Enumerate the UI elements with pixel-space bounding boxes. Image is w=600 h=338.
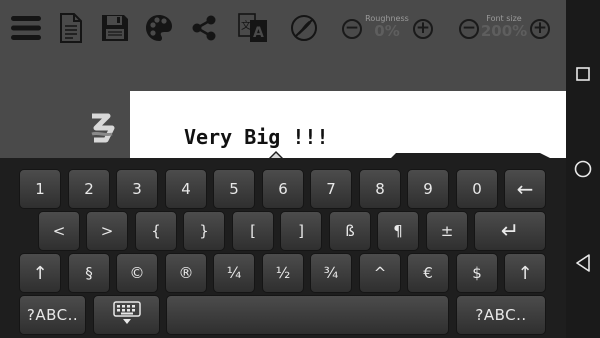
- key-3[interactable]: 3: [116, 169, 158, 209]
- no-brush-icon[interactable]: [286, 10, 322, 46]
- key-eszett[interactable]: ß: [329, 211, 371, 251]
- scroll-fragment-icon: [88, 112, 128, 152]
- key-8[interactable]: 8: [359, 169, 401, 209]
- palette-icon[interactable]: [141, 10, 177, 46]
- font-size-increase-button[interactable]: +: [530, 19, 550, 39]
- key-euro[interactable]: €: [407, 253, 449, 293]
- circle-icon[interactable]: [574, 160, 592, 182]
- key-close-bracket[interactable]: ]: [280, 211, 322, 251]
- hamburger-icon[interactable]: [8, 10, 44, 46]
- floppy-disk-icon[interactable]: [97, 10, 133, 46]
- enter-key[interactable]: ↵: [474, 211, 546, 251]
- key-three-quarters[interactable]: ¾: [310, 253, 352, 293]
- key-one-half[interactable]: ½: [262, 253, 304, 293]
- backspace-key[interactable]: ←: [504, 169, 546, 209]
- keyboard-icon: [112, 300, 141, 330]
- svg-text:文: 文: [241, 19, 251, 32]
- key-7[interactable]: 7: [310, 169, 352, 209]
- plus-icon: +: [532, 17, 548, 38]
- key-caret[interactable]: ^: [359, 253, 401, 293]
- key-5[interactable]: 5: [213, 169, 255, 209]
- shift-left-key[interactable]: ↑: [19, 253, 61, 293]
- document-icon[interactable]: [53, 10, 89, 46]
- system-navigation-bar: [566, 0, 600, 338]
- font-language-icon[interactable]: A 文: [235, 10, 271, 46]
- keyboard-hide-key[interactable]: [93, 295, 160, 335]
- roughness-value: 0%: [374, 22, 400, 40]
- document-text[interactable]: Very Big !!!: [184, 125, 329, 149]
- key-4[interactable]: 4: [165, 169, 207, 209]
- triangle-back-icon[interactable]: [575, 254, 591, 276]
- key-section[interactable]: §: [68, 253, 110, 293]
- key-6[interactable]: 6: [262, 169, 304, 209]
- share-icon[interactable]: [186, 10, 222, 46]
- plus-icon: +: [415, 17, 431, 38]
- key-dollar[interactable]: $: [456, 253, 498, 293]
- key-copyright[interactable]: ©: [116, 253, 158, 293]
- key-1[interactable]: 1: [19, 169, 61, 209]
- key-pilcrow[interactable]: ¶: [377, 211, 419, 251]
- key-0[interactable]: 0: [456, 169, 498, 209]
- key-registered[interactable]: ®: [165, 253, 207, 293]
- square-icon[interactable]: [576, 66, 590, 85]
- shift-right-key[interactable]: ↑: [504, 253, 546, 293]
- key-close-brace[interactable]: }: [183, 211, 225, 251]
- spacebar-key[interactable]: [166, 295, 449, 335]
- key-plus-minus[interactable]: ±: [426, 211, 468, 251]
- key-one-quarter[interactable]: ¼: [213, 253, 255, 293]
- symbols-left-key[interactable]: ?ABC..: [19, 295, 86, 335]
- toolbar: A 文 − Roughness 0% + − Font size 200% +: [0, 0, 566, 58]
- key-greater-than[interactable]: >: [86, 211, 128, 251]
- symbols-right-key[interactable]: ?ABC..: [456, 295, 546, 335]
- key-open-bracket[interactable]: [: [232, 211, 274, 251]
- app-window: A 文 − Roughness 0% + − Font size 200% + …: [0, 0, 566, 338]
- key-open-brace[interactable]: {: [135, 211, 177, 251]
- key-2[interactable]: 2: [68, 169, 110, 209]
- virtual-keyboard: 1 2 3 4 5 6 7 8 9 0 ← < > { } [ ] ß ¶ ± …: [0, 158, 566, 338]
- key-9[interactable]: 9: [407, 169, 449, 209]
- svg-text:A: A: [253, 25, 264, 41]
- font-size-value: 200%: [480, 22, 528, 40]
- roughness-increase-button[interactable]: +: [413, 19, 433, 39]
- key-less-than[interactable]: <: [38, 211, 80, 251]
